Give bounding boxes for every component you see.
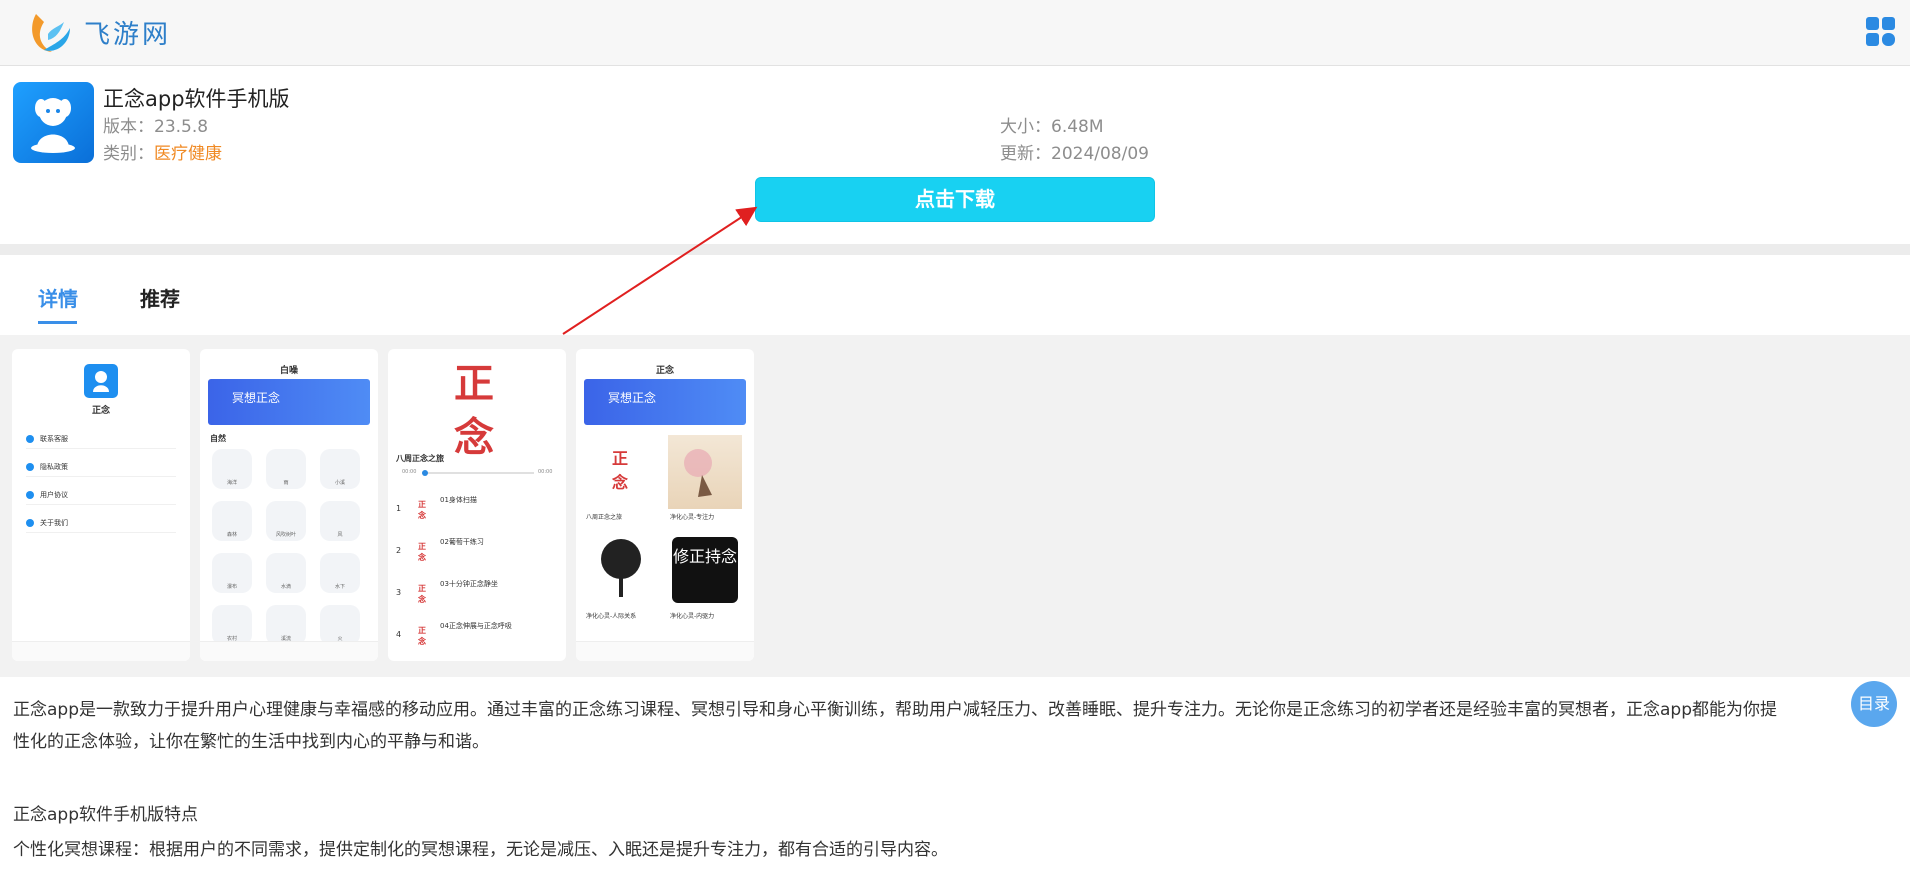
- track-title: 04正念伸展与正念呼吸: [440, 622, 512, 630]
- version-label: 版本：: [103, 117, 154, 137]
- app-icon: [13, 82, 94, 163]
- seal-text: 修正持念: [672, 537, 738, 603]
- course-caption: 八周正念之旅: [586, 514, 623, 521]
- status-bar: [16, 351, 186, 359]
- size-label: 大小：: [1000, 117, 1051, 137]
- app-info-panel: 正念app软件手机版 版本：23.5.8 类别：医疗健康 大小：6.48M 更新…: [0, 66, 1910, 244]
- course-caption: 净化心灵-人际关系: [586, 613, 637, 620]
- menu-item: 用户协议: [26, 485, 176, 505]
- tab-bar: 详情 推荐: [0, 255, 1910, 335]
- course-caption: 净化心灵-专注力: [670, 514, 715, 521]
- section-label: 自然: [210, 434, 226, 443]
- track-thumb: 正念: [418, 625, 426, 646]
- screenshot-gallery: 正念 联系客服 隐私政策 用户协议 关于我们 白噪 冥想正念 自然 海洋 雨 小溪森…: [0, 335, 1910, 677]
- progress-handle: [422, 470, 428, 476]
- track-number: 4: [396, 630, 402, 639]
- bottom-nav: [576, 641, 754, 661]
- size-value: 6.48M: [1051, 117, 1104, 137]
- section-divider: [0, 244, 1910, 255]
- screenshot-1[interactable]: 正念 联系客服 隐私政策 用户协议 关于我们: [12, 349, 190, 661]
- app-title: 正念app软件手机版: [103, 87, 290, 111]
- description-paragraph: 性化的正念体验，让你在繁忙的生活中找到内心的平静与和谐。: [13, 732, 489, 752]
- site-header: 飞游网: [0, 0, 1910, 66]
- calligraphy-char: 正: [454, 360, 494, 407]
- active-tab-indicator: [38, 321, 77, 324]
- app-icon-small: [84, 364, 118, 398]
- menu-item: 联系客服: [26, 429, 176, 449]
- download-button[interactable]: 点击下载: [755, 177, 1155, 222]
- feature-item: 个性化冥想课程：根据用户的不同需求，提供定制化的冥想课程，无论是减压、入眠还是提…: [13, 840, 948, 860]
- course-caption: 净化心灵-内驱力: [670, 613, 715, 620]
- track-title: 02葡萄干练习: [440, 538, 484, 546]
- toc-button[interactable]: 目录: [1851, 681, 1897, 727]
- screenshot-2[interactable]: 白噪 冥想正念 自然 海洋雨小溪 森林 风吹树叶风瀑布 水滴 水下 农村 溪流火: [200, 349, 378, 661]
- status-bar: [204, 351, 374, 359]
- track-title: 03十分钟正念静坐: [440, 580, 498, 588]
- version-value: 23.5.8: [154, 117, 209, 137]
- sound-tile-label: 瀑布: [226, 584, 237, 590]
- features-title: 正念app软件手机版特点: [13, 805, 198, 825]
- sound-tile-label: 风吹树叶: [275, 532, 296, 538]
- screenshot-4[interactable]: 正念 冥想正念 正念 八周正念之旅 净化心灵-专注力 修正持念 净化心灵-人际关…: [576, 349, 754, 661]
- meditation-figure-icon: [31, 98, 75, 153]
- size-meta: 大小：6.48M: [1000, 112, 1104, 137]
- version-meta: 版本：23.5.8: [103, 112, 208, 137]
- track-number: 1: [396, 504, 402, 513]
- sound-tile-label: 风: [337, 532, 343, 538]
- track-thumb: 正念: [418, 541, 426, 562]
- track-thumb: 正念: [418, 499, 426, 520]
- track-title: 01身体扫描: [440, 496, 477, 504]
- time-end: 00:00: [538, 469, 553, 475]
- track-thumb: 正念: [418, 583, 426, 604]
- app-name-label: 正念: [91, 406, 110, 416]
- calligraphy-char: 念: [454, 414, 494, 461]
- menu-item: 关于我们: [26, 513, 176, 533]
- sound-tile-label: 雨: [283, 480, 289, 486]
- screen-title: 白噪: [279, 366, 298, 376]
- description-section: 正念app是一款致力于提升用户心理健康与幸福感的移动应用。通过丰富的正念练习课程…: [0, 677, 1910, 885]
- track-number: 2: [396, 546, 402, 555]
- update-label: 更新：: [1000, 144, 1051, 164]
- site-name[interactable]: 飞游网: [84, 14, 171, 51]
- tab-recommend[interactable]: 推荐: [140, 283, 180, 312]
- sound-tile-label: 海洋: [226, 480, 237, 486]
- banner: 冥想正念: [208, 379, 370, 425]
- category-meta: 类别：医疗健康: [103, 139, 222, 164]
- menu-item: 隐私政策: [26, 457, 176, 477]
- grid-menu-icon[interactable]: [1866, 17, 1896, 47]
- update-value: 2024/08/09: [1051, 144, 1149, 164]
- tab-details[interactable]: 详情: [38, 283, 78, 312]
- progress-track: [422, 472, 534, 474]
- track-number: 3: [396, 588, 402, 597]
- sound-tile-label: 森林: [226, 532, 237, 538]
- status-bar: [580, 351, 750, 359]
- bottom-nav: [200, 641, 378, 661]
- sound-tile-label: 水下: [334, 584, 345, 590]
- course-thumb: 修正持念: [668, 533, 742, 607]
- time-start: 00:00: [402, 469, 417, 475]
- category-link[interactable]: 医疗健康: [154, 144, 222, 164]
- description-paragraph: 正念app是一款致力于提升用户心理健康与幸福感的移动应用。通过丰富的正念练习课程…: [13, 700, 1777, 720]
- category-label: 类别：: [103, 144, 154, 164]
- sound-tile-label: 小溪: [334, 480, 345, 486]
- bottom-nav: [12, 641, 190, 661]
- course-thumb: [584, 533, 658, 607]
- banner: 冥想正念: [584, 379, 746, 425]
- sound-tile-label: 水滴: [280, 584, 291, 590]
- feiyou-logo-icon[interactable]: [26, 10, 74, 58]
- course-title: 八周正念之旅: [396, 454, 444, 463]
- update-meta: 更新：2024/08/09: [1000, 139, 1149, 164]
- screen-title: 正念: [655, 366, 674, 376]
- screenshot-3[interactable]: 正 念 八周正念之旅 00:00 00:00 1 正念 01身体扫描 2 正念 …: [388, 349, 566, 661]
- course-thumb: 正念: [584, 435, 658, 509]
- course-thumb: [668, 435, 742, 509]
